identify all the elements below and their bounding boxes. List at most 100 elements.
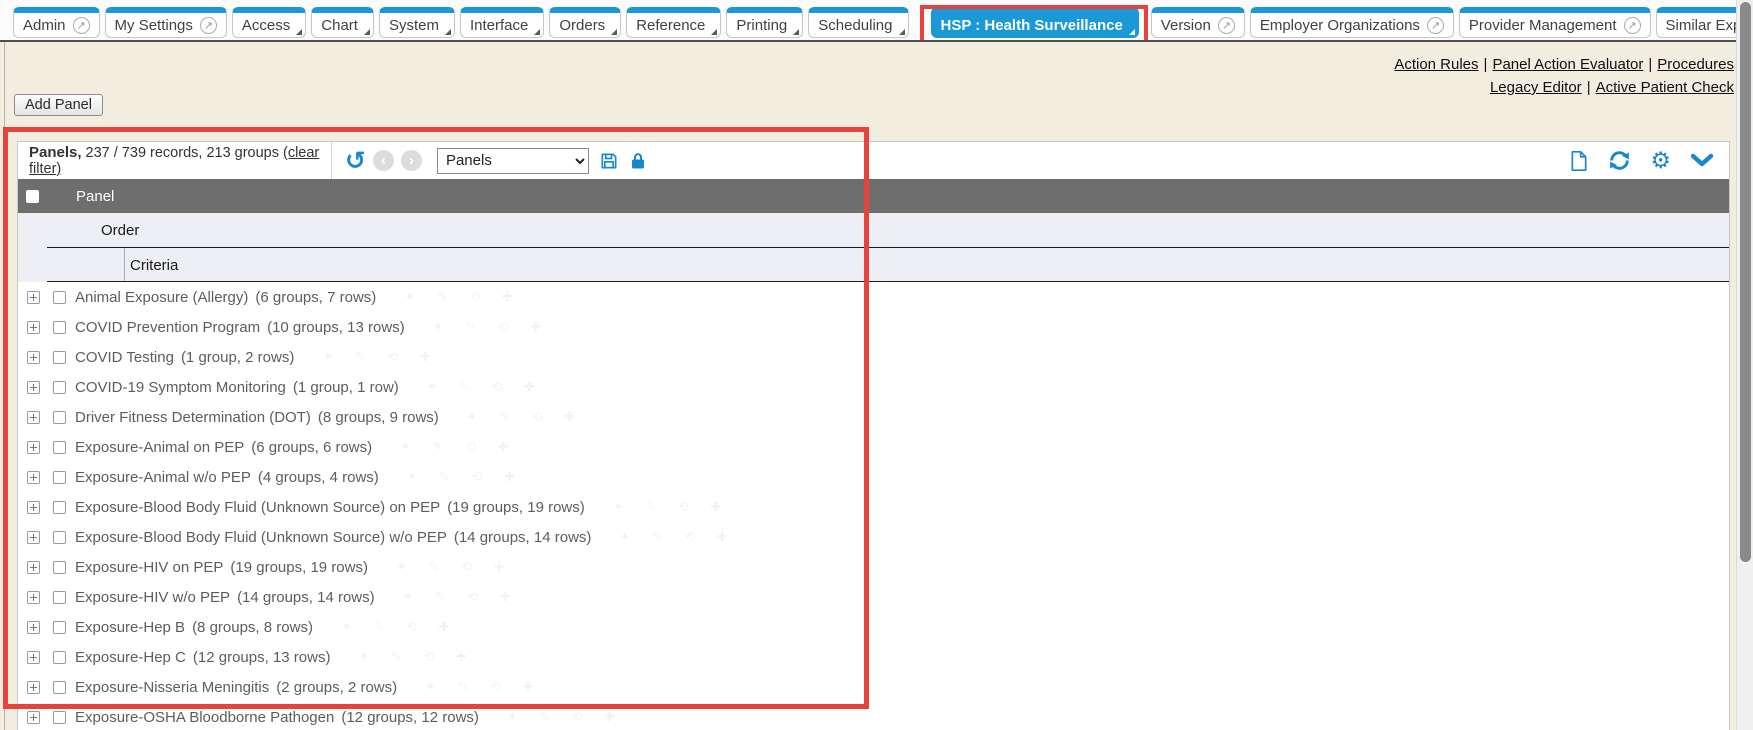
expand-plus-icon[interactable]	[27, 381, 40, 394]
tab[interactable]: Printing	[726, 7, 803, 38]
panel-name: Animal Exposure (Allergy)(6 groups, 7 ro…	[75, 289, 376, 306]
tab[interactable]: Chart	[311, 7, 374, 38]
tab[interactable]: Admin ↗	[13, 7, 100, 38]
link-legacy-editor[interactable]: Legacy Editor	[1490, 79, 1582, 96]
row-checkbox[interactable]	[53, 681, 66, 694]
link-action-rules[interactable]: Action Rules	[1394, 56, 1478, 73]
row-action-icons-faint: ✦ ✎ ⟲ ✚	[613, 499, 730, 515]
row-checkbox[interactable]	[53, 381, 66, 394]
undo-icon[interactable]: ↺	[345, 151, 366, 171]
tab[interactable]: Interface	[460, 7, 544, 38]
panel-name-text: Driver Fitness Determination (DOT)	[75, 409, 311, 426]
row-checkbox[interactable]	[53, 471, 66, 484]
row-action-icons-faint: ✦ ✎ ⟲ ✚	[433, 319, 550, 335]
expand-plus-icon[interactable]	[27, 681, 40, 694]
tab[interactable]: My Settings ↗	[105, 7, 227, 38]
gear-icon[interactable]: ⚙	[1650, 150, 1671, 172]
row-checkbox[interactable]	[53, 531, 66, 544]
panel-row: Exposure-OSHA Bloodborne Pathogen(12 gro…	[18, 702, 1729, 730]
tab-label: Version	[1161, 17, 1211, 34]
panel-name: COVID Prevention Program(10 groups, 13 r…	[75, 319, 405, 336]
panel-counts: (14 groups, 14 rows)	[454, 529, 592, 546]
vertical-scrollbar[interactable]	[1736, 0, 1753, 730]
panel-name-text: Exposure-Nisseria Meningitis	[75, 679, 269, 696]
tab[interactable]: Version ↗	[1151, 7, 1245, 38]
save-icon[interactable]	[599, 151, 619, 171]
view-select[interactable]: Panels	[437, 148, 589, 174]
scrollbar-thumb[interactable]	[1740, 2, 1751, 562]
row-checkbox[interactable]	[53, 501, 66, 514]
panel-name-text: Exposure-Blood Body Fluid (Unknown Sourc…	[75, 499, 440, 516]
link-active-patient-check[interactable]: Active Patient Check	[1596, 79, 1734, 96]
expand-plus-icon[interactable]	[27, 531, 40, 544]
link-procedures[interactable]: Procedures	[1657, 56, 1734, 73]
panel-row: Exposure-Hep B(8 groups, 8 rows) ✦ ✎ ⟲ ✚	[18, 612, 1729, 642]
external-link-icon: ↗	[73, 17, 90, 34]
submenu-indicator-icon	[899, 29, 905, 35]
row-checkbox[interactable]	[53, 651, 66, 664]
row-checkbox[interactable]	[53, 351, 66, 364]
collapse-chevron-icon[interactable]	[1690, 153, 1714, 169]
tab-label: Interface	[470, 17, 528, 34]
header-links: Action Rules|Panel Action Evaluator|Proc…	[1394, 53, 1734, 99]
row-checkbox[interactable]	[53, 711, 66, 724]
expand-plus-icon[interactable]	[27, 621, 40, 634]
expand-plus-icon[interactable]	[27, 711, 40, 724]
expand-plus-icon[interactable]	[27, 651, 40, 664]
tab[interactable]: Employer Organizations ↗	[1250, 7, 1454, 38]
row-checkbox[interactable]	[53, 621, 66, 634]
tab[interactable]: Orders	[549, 7, 621, 38]
panel-row: Exposure-Nisseria Meningitis(2 groups, 2…	[18, 672, 1729, 702]
tab[interactable]: HSP : Health Surveillance	[931, 7, 1139, 38]
panel-counts: (8 groups, 9 rows)	[318, 409, 439, 426]
select-all-checkbox[interactable]	[26, 190, 39, 203]
expand-plus-icon[interactable]	[27, 561, 40, 574]
expand-plus-icon[interactable]	[27, 501, 40, 514]
link-panel-action-evaluator[interactable]: Panel Action Evaluator	[1492, 56, 1643, 73]
panel-name: Driver Fitness Determination (DOT) (8 gro…	[75, 409, 439, 426]
row-checkbox[interactable]	[53, 561, 66, 574]
submenu-indicator-icon	[534, 29, 540, 35]
row-action-icons-faint: ✦ ✎ ⟲ ✚	[341, 619, 458, 635]
grid-title: Panels,	[29, 144, 82, 161]
expand-plus-icon[interactable]	[27, 351, 40, 364]
tab-label: Employer Organizations	[1260, 17, 1420, 34]
tab-label: Access	[242, 17, 290, 34]
lock-icon[interactable]	[629, 151, 647, 171]
submenu-indicator-icon	[1129, 29, 1135, 35]
row-checkbox[interactable]	[53, 321, 66, 334]
tab[interactable]: System	[379, 7, 455, 38]
column-header-order: Order	[101, 222, 139, 239]
panel-name-text: COVID Testing	[75, 349, 174, 366]
panel-row: Exposure-HIV on PEP(19 groups, 19 rows) …	[18, 552, 1729, 582]
new-record-icon[interactable]	[1569, 150, 1589, 172]
panel-row: COVID-19 Symptom Monitoring(1 group, 1 r…	[18, 372, 1729, 402]
expand-plus-icon[interactable]	[27, 321, 40, 334]
refresh-icon[interactable]	[1608, 149, 1631, 172]
expand-plus-icon[interactable]	[27, 411, 40, 424]
panel-name: Exposure-Animal on PEP(6 groups, 6 rows)	[75, 439, 372, 456]
grid-record-count: 237 / 739 records, 213 groups	[86, 145, 279, 161]
tab-label: My Settings	[115, 17, 193, 34]
links-row-1: Action Rules|Panel Action Evaluator|Proc…	[1394, 53, 1734, 76]
panel-row: Exposure-HIV w/o PEP(14 groups, 14 rows)…	[18, 582, 1729, 612]
tab[interactable]: Scheduling	[808, 7, 908, 38]
panel-counts: (8 groups, 8 rows)	[192, 619, 313, 636]
tab[interactable]: Provider Management ↗	[1459, 7, 1651, 38]
expand-plus-icon[interactable]	[27, 591, 40, 604]
forward-chevron-icon[interactable]: ›	[401, 150, 422, 171]
row-checkbox[interactable]	[53, 591, 66, 604]
row-checkbox[interactable]	[53, 441, 66, 454]
tab[interactable]: Access	[232, 7, 306, 38]
back-chevron-icon[interactable]: ‹	[373, 150, 394, 171]
expand-plus-icon[interactable]	[27, 471, 40, 484]
expand-plus-icon[interactable]	[27, 441, 40, 454]
column-header-criteria: Criteria	[130, 257, 178, 274]
row-action-icons-faint: ✦ ✎ ⟲ ✚	[400, 439, 517, 455]
expand-plus-icon[interactable]	[27, 291, 40, 304]
row-checkbox[interactable]	[53, 291, 66, 304]
add-panel-button[interactable]: Add Panel	[14, 94, 103, 116]
row-checkbox[interactable]	[53, 411, 66, 424]
link-separator: |	[1484, 56, 1488, 73]
tab[interactable]: Reference	[626, 7, 721, 38]
